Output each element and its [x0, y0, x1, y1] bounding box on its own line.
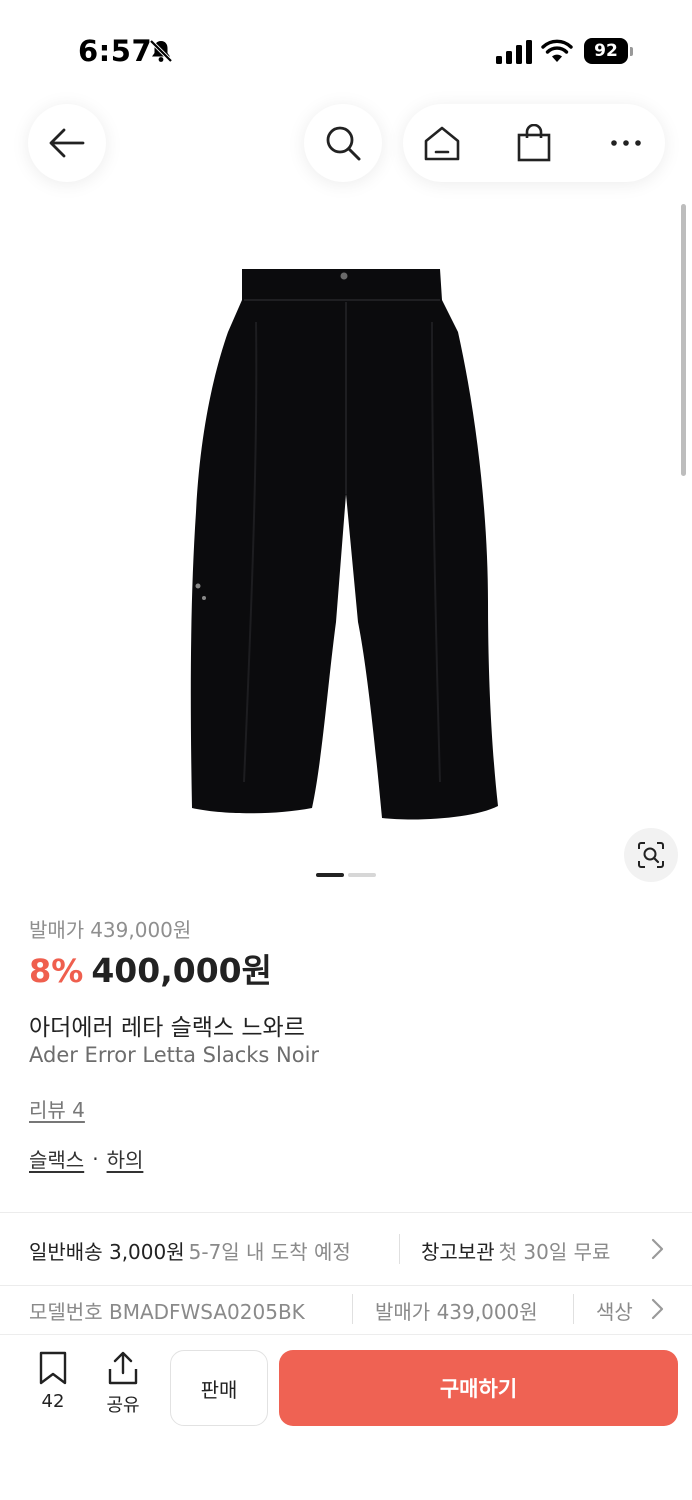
model-release-price: 발매가 439,000원 [375, 1300, 538, 1324]
pager-dot-active[interactable] [316, 873, 344, 877]
arrow-left-icon [49, 128, 85, 158]
battery-indicator: 92 [584, 38, 634, 64]
share-icon [108, 1351, 138, 1385]
lens-search-icon [638, 842, 664, 868]
category-slacks-link[interactable]: 슬랙스 [29, 1144, 84, 1173]
bookmark-icon [39, 1351, 67, 1385]
shipping-info: 일반배송 3,000원 5-7일 내 도착 예정 [29, 1240, 351, 1264]
category-separator: · [92, 1146, 99, 1171]
current-price: 400,000원 [91, 951, 272, 990]
sell-button[interactable]: 판매 [170, 1350, 268, 1426]
chevron-right-icon[interactable] [648, 1238, 666, 1260]
category-breadcrumb: 슬랙스 · 하의 [29, 1144, 143, 1173]
more-icon[interactable] [607, 124, 645, 162]
chevron-right-icon[interactable] [648, 1298, 666, 1320]
discount-rate: 8% [29, 952, 84, 990]
buy-button[interactable]: 구매하기 [279, 1350, 678, 1426]
cellular-signal-icon [496, 40, 532, 64]
share-button[interactable]: 공유 [100, 1351, 146, 1421]
pager-dot[interactable] [348, 873, 376, 877]
search-icon [326, 126, 361, 161]
shipping-row[interactable]: 일반배송 3,000원 5-7일 내 도착 예정 창고보관 첫 30일 무료 [0, 1214, 692, 1284]
bell-slash-icon [149, 39, 173, 63]
price-line: 8% 400,000원 [29, 944, 272, 992]
image-search-button[interactable] [624, 828, 678, 882]
bookmark-button[interactable]: 42 [30, 1351, 76, 1421]
release-price: 발매가 439,000원 [29, 918, 192, 942]
divider [0, 1285, 692, 1286]
nav-action-group [403, 104, 665, 182]
back-button[interactable] [28, 104, 106, 182]
wifi-icon [541, 39, 573, 62]
model-info-row[interactable]: 모델번호 BMADFWSA0205BK 발매가 439,000원 색상 [0, 1290, 692, 1334]
search-button[interactable] [304, 104, 382, 182]
product-name-en: Ader Error Letta Slacks Noir [29, 1043, 320, 1067]
scrollbar[interactable] [681, 204, 686, 476]
category-bottoms-link[interactable]: 하의 [107, 1144, 144, 1173]
share-label: 공유 [106, 1395, 140, 1416]
product-image[interactable] [170, 262, 522, 828]
model-number: 모델번호 BMADFWSA0205BK [29, 1300, 305, 1324]
home-icon[interactable] [423, 124, 461, 162]
divider [0, 1212, 692, 1213]
storage-info: 창고보관 첫 30일 무료 [421, 1240, 611, 1264]
bottom-action-bar: 42 공유 판매 구매하기 [0, 1334, 692, 1500]
shopping-bag-icon[interactable] [515, 124, 553, 162]
battery-level: 92 [584, 38, 628, 64]
product-name-ko: 아더에러 레타 슬랙스 느와르 [29, 1015, 305, 1041]
review-link[interactable]: 리뷰 4 [29, 1094, 85, 1123]
bookmark-count: 42 [41, 1391, 65, 1412]
image-pager [316, 873, 376, 877]
model-color: 색상 [596, 1300, 633, 1324]
status-time: 6:57 [78, 34, 153, 68]
status-bar: 6:57 92 [0, 0, 692, 100]
